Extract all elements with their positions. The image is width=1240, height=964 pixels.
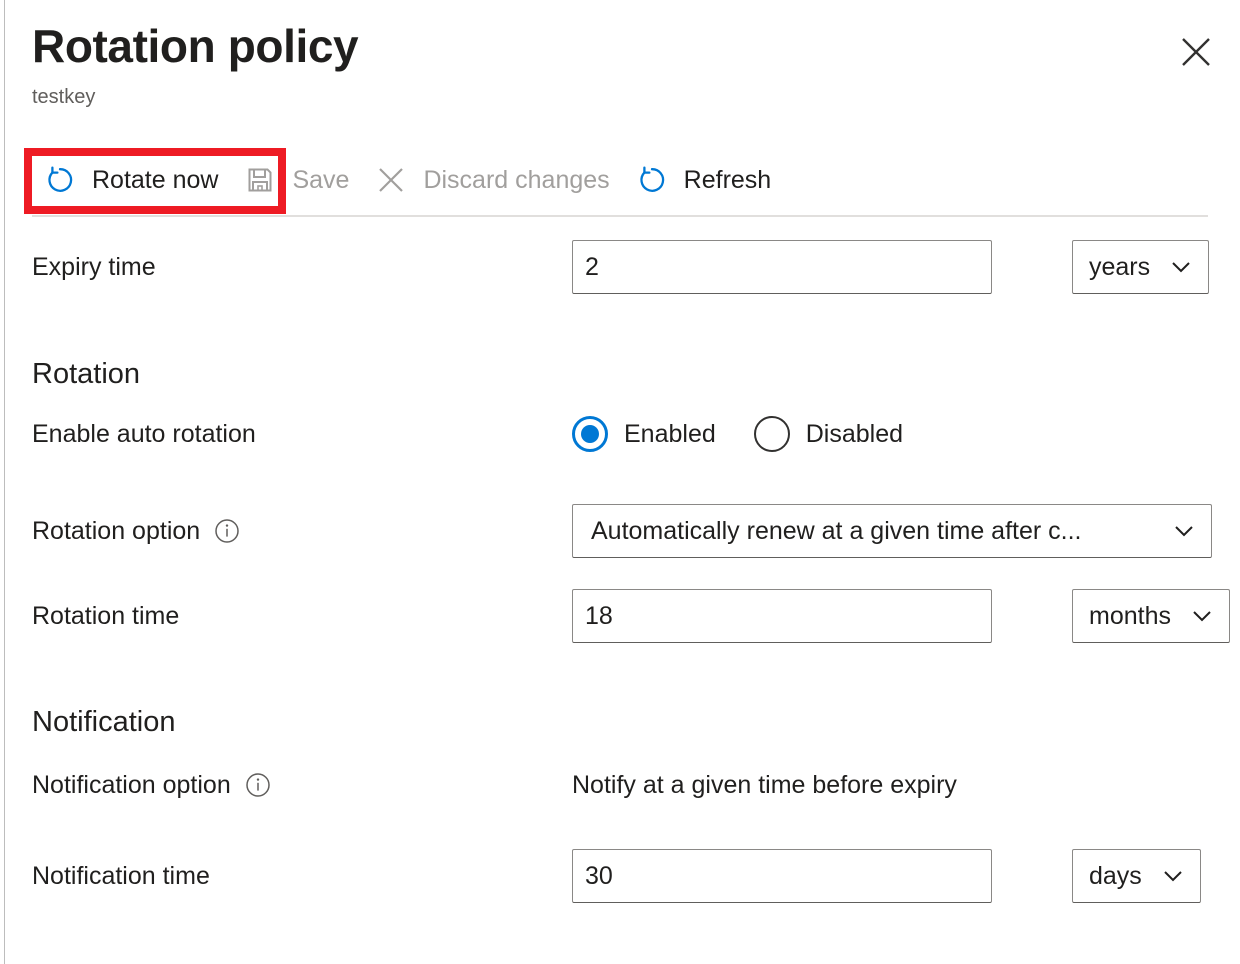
- notification-time-field-group: days: [572, 849, 1201, 903]
- rotation-section-heading: Rotation: [32, 356, 140, 392]
- expiry-time-unit-select[interactable]: years: [1072, 240, 1209, 294]
- page-subtitle: testkey: [32, 84, 1212, 110]
- enable-auto-rotation-radio-group: Enabled Disabled: [572, 416, 941, 452]
- rotate-now-label: Rotate now: [92, 166, 218, 195]
- info-icon[interactable]: [214, 518, 240, 544]
- expiry-time-unit-value: years: [1089, 253, 1150, 282]
- notification-time-unit-value: days: [1089, 862, 1142, 891]
- expiry-time-input[interactable]: [572, 240, 992, 294]
- info-icon[interactable]: [245, 772, 271, 798]
- notification-option-label: Notification option: [32, 769, 572, 801]
- notification-option-label-text: Notification option: [32, 769, 231, 801]
- expiry-time-label: Expiry time: [32, 251, 572, 283]
- blade-left-edge: [4, 0, 5, 964]
- rotation-time-unit-value: months: [1089, 602, 1171, 631]
- notification-time-row: Notification time days: [32, 849, 1216, 903]
- save-button[interactable]: Save: [232, 156, 363, 204]
- refresh-icon: [636, 164, 668, 196]
- close-icon: [1179, 35, 1213, 69]
- rotation-time-field-group: months: [572, 589, 1230, 643]
- rotation-option-label: Rotation option: [32, 515, 572, 547]
- rotation-time-row: Rotation time months: [32, 589, 1216, 643]
- rotation-time-label: Rotation time: [32, 600, 572, 632]
- notification-time-label: Notification time: [32, 860, 572, 892]
- radio-label-disabled: Disabled: [806, 420, 903, 449]
- radio-mark-enabled: [572, 416, 608, 452]
- refresh-label: Refresh: [684, 166, 772, 195]
- discard-changes-label: Discard changes: [423, 166, 609, 195]
- rotation-option-select[interactable]: Automatically renew at a given time afte…: [572, 504, 1212, 558]
- chevron-down-icon: [1160, 863, 1186, 889]
- rotation-policy-blade: Rotation policy testkey Rotate now: [0, 0, 1240, 964]
- discard-changes-button[interactable]: Discard changes: [363, 156, 623, 204]
- enable-auto-rotation-row: Enable auto rotation Enabled Disabled: [32, 416, 1216, 452]
- rotation-time-input[interactable]: [572, 589, 992, 643]
- radio-option-enabled[interactable]: Enabled: [572, 416, 716, 452]
- radio-option-disabled[interactable]: Disabled: [754, 416, 903, 452]
- rotate-icon: [44, 164, 76, 196]
- rotation-time-unit-select[interactable]: months: [1072, 589, 1230, 643]
- blade-header: Rotation policy testkey: [32, 18, 1212, 110]
- chevron-down-icon: [1189, 603, 1215, 629]
- notification-time-unit-select[interactable]: days: [1072, 849, 1201, 903]
- notification-section-heading: Notification: [32, 704, 175, 740]
- command-bar: Rotate now Save Discard changes: [32, 152, 785, 208]
- radio-mark-disabled: [754, 416, 790, 452]
- radio-label-enabled: Enabled: [624, 420, 716, 449]
- rotation-option-row: Rotation option Automatically renew at a…: [32, 504, 1216, 558]
- save-icon: [244, 164, 276, 196]
- enable-auto-rotation-label: Enable auto rotation: [32, 418, 572, 450]
- notification-time-input[interactable]: [572, 849, 992, 903]
- page-title: Rotation policy: [32, 18, 1212, 74]
- expiry-time-row: Expiry time years: [32, 240, 1216, 294]
- chevron-down-icon: [1168, 254, 1194, 280]
- rotate-now-button[interactable]: Rotate now: [32, 156, 232, 204]
- command-bar-divider: [32, 215, 1208, 217]
- notification-option-value: Notify at a given time before expiry: [572, 771, 957, 800]
- rotation-option-label-text: Rotation option: [32, 515, 200, 547]
- save-label: Save: [292, 166, 349, 195]
- notification-option-row: Notification option Notify at a given ti…: [32, 769, 1216, 801]
- discard-icon: [375, 164, 407, 196]
- expiry-time-field-group: years: [572, 240, 1209, 294]
- close-button[interactable]: [1170, 26, 1222, 78]
- chevron-down-icon: [1171, 518, 1197, 544]
- refresh-button[interactable]: Refresh: [624, 156, 786, 204]
- rotation-option-value: Automatically renew at a given time afte…: [591, 517, 1082, 546]
